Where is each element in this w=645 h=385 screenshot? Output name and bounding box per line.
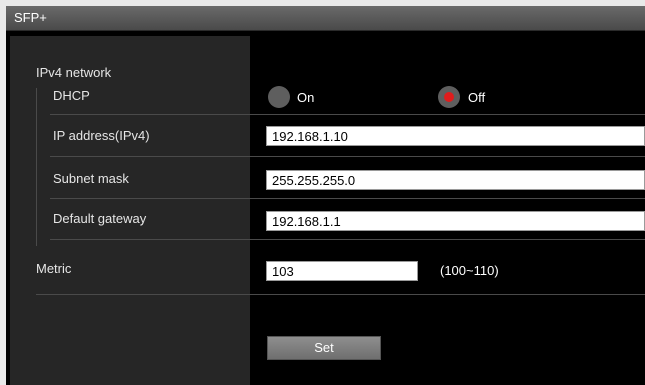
dhcp-off-label[interactable]: Off xyxy=(468,90,485,105)
row-divider xyxy=(50,198,645,199)
panel-title: SFP+ xyxy=(14,10,47,25)
metric-field[interactable]: 103 xyxy=(266,261,418,281)
default-gateway-field[interactable]: 192.168.1.1 xyxy=(266,211,645,231)
subnet-mask-field[interactable]: 255.255.255.0 xyxy=(266,170,645,190)
row-divider xyxy=(50,239,645,240)
default-gateway-label: Default gateway xyxy=(53,211,147,226)
row-divider xyxy=(50,156,645,157)
group-divider xyxy=(36,88,37,246)
ip-address-field[interactable]: 192.168.1.10 xyxy=(266,126,645,146)
ip-address-label: IP address(IPv4) xyxy=(53,128,150,143)
panel-title-bar: SFP+ xyxy=(6,6,645,31)
ipv4-network-heading: IPv4 network xyxy=(36,65,112,80)
dhcp-label: DHCP xyxy=(53,88,90,103)
dhcp-on-label[interactable]: On xyxy=(297,90,314,105)
row-divider xyxy=(50,114,645,115)
metric-label: Metric xyxy=(36,261,72,276)
subnet-mask-label: Subnet mask xyxy=(53,171,129,186)
metric-range-hint: (100~110) xyxy=(440,263,499,278)
set-button[interactable]: Set xyxy=(267,336,381,360)
row-divider xyxy=(36,294,645,295)
dhcp-off-radio[interactable] xyxy=(438,86,460,108)
dhcp-on-radio[interactable] xyxy=(268,86,290,108)
